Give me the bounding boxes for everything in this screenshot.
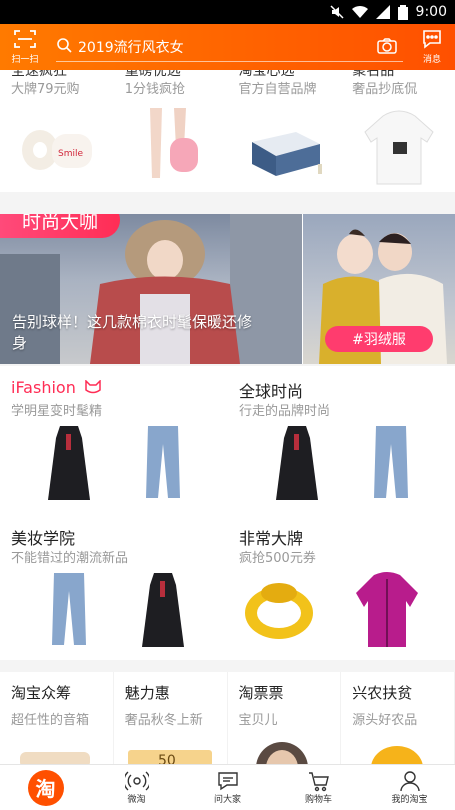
tab-label: 微淘 xyxy=(127,795,146,805)
channel-title: 聚名品 xyxy=(352,70,395,79)
channel-item[interactable]: 淘宝心选 官方自营品牌 xyxy=(228,70,342,192)
tab-mine[interactable]: 我的淘宝 xyxy=(364,765,455,810)
search-bar[interactable]: 2019流行风衣女 xyxy=(56,32,403,62)
channel-subtitle: 大牌79元购 xyxy=(11,82,80,97)
channel-title: 淘宝心选 xyxy=(238,70,295,79)
feed[interactable]: 全速疯狂 大牌79元购 Smile 重磅优选 1分钱疯抢 淘宝心选 官方自营品牌 xyxy=(0,70,455,764)
tab-home[interactable]: 淘 xyxy=(0,765,91,810)
fashion-banner[interactable]: #羽绒服 时尚大咖 告别球样！这几款棉衣时髦保暖还修身 xyxy=(0,214,455,364)
service-subtitle: 奢品秋冬上新 xyxy=(124,713,203,728)
grid-card-ifashion[interactable]: iFashion 学明星变时髦精 xyxy=(0,366,227,513)
service-title: 淘宝众筹 xyxy=(11,684,72,702)
jeans-image xyxy=(52,573,86,645)
tab-cart[interactable]: 购物车 xyxy=(273,765,364,810)
channel-title: 重磅优选 xyxy=(124,70,181,79)
channel-row: 全速疯狂 大牌79元购 Smile 重磅优选 1分钱疯抢 淘宝心选 官方自营品牌 xyxy=(0,70,455,192)
status-bar: 9:00 xyxy=(0,0,455,24)
grid-card-global[interactable]: 全球时尚 行走的品牌时尚 xyxy=(228,366,455,513)
wifi-icon xyxy=(351,5,368,19)
service-subtitle: 源头好农品 xyxy=(352,713,418,728)
section-tag: 时尚大咖 xyxy=(0,214,120,238)
channel-item[interactable]: 重磅优选 1分钱疯抢 xyxy=(114,70,228,192)
dress-image xyxy=(142,573,184,647)
mute-icon xyxy=(330,5,344,19)
service-title: 淘票票 xyxy=(238,684,284,702)
service-item[interactable]: 兴农扶贫 源头好农品 xyxy=(341,672,455,764)
channel-item[interactable]: 全速疯狂 大牌79元购 Smile xyxy=(0,70,114,192)
chat-icon xyxy=(421,29,443,52)
banner-side-image[interactable]: #羽绒服 xyxy=(303,214,455,364)
service-item[interactable]: 淘票票 宝贝儿 xyxy=(227,672,342,764)
grid-card-beauty[interactable]: 美妆学院 不能错过的潮流新品 xyxy=(0,513,227,660)
channel-subtitle: 1分钱疯抢 xyxy=(124,82,186,97)
card-subtitle: 不能错过的潮流新品 xyxy=(11,551,129,566)
service-item[interactable]: 淘宝众筹 超任性的音箱 xyxy=(0,672,114,764)
card-title: 非常大牌 xyxy=(239,529,304,548)
fashion-grid: iFashion 学明星变时髦精 全球时尚 行走的品牌时尚 美妆学院 不能错过的… xyxy=(0,366,455,660)
channel-title: 全速疯狂 xyxy=(11,70,67,79)
service-subtitle: 超任性的音箱 xyxy=(11,713,90,728)
svg-text:50: 50 xyxy=(158,753,176,764)
message-button[interactable]: 消息 xyxy=(409,29,455,65)
card-subtitle: 行走的品牌时尚 xyxy=(239,404,331,419)
scan-label: 扫一扫 xyxy=(11,55,39,65)
bedding-image xyxy=(251,132,322,176)
tape-rolls-image: Smile xyxy=(22,130,92,170)
cat-icon xyxy=(85,379,101,394)
channel-subtitle: 奢品抄底侃 xyxy=(352,82,418,97)
produce-image xyxy=(371,746,423,764)
broadcast-icon xyxy=(124,771,149,791)
service-title: 魅力惠 xyxy=(124,684,170,702)
service-item[interactable]: 魅力惠 奢品秋冬上新 50 xyxy=(113,672,228,764)
service-subtitle: 宝贝儿 xyxy=(238,713,278,728)
hashtag-chip[interactable]: #羽绒服 xyxy=(325,326,433,352)
gold-ring-image xyxy=(245,583,313,639)
header: 扫一扫 2019流行风衣女 消息 xyxy=(0,24,455,70)
scan-icon xyxy=(14,29,36,52)
speaker-image xyxy=(20,752,90,764)
service-title: 兴农扶贫 xyxy=(352,684,413,702)
search-input[interactable]: 2019流行风衣女 xyxy=(78,37,184,57)
cart-icon xyxy=(308,772,329,792)
search-icon xyxy=(56,37,72,57)
tab-bar: 淘 微淘 问大家 购物车 我的淘宝 xyxy=(0,764,455,810)
tab-label: 我的淘宝 xyxy=(391,795,428,805)
tab-weitao[interactable]: 微淘 xyxy=(91,765,182,810)
message-label: 消息 xyxy=(422,55,441,65)
card-title: 全球时尚 xyxy=(239,382,304,401)
coupon-image: 50 xyxy=(127,750,212,764)
user-icon xyxy=(399,771,420,792)
tab-ask[interactable]: 问大家 xyxy=(182,765,273,810)
card-title: iFashion xyxy=(11,378,101,397)
banner-caption: 告别球样！这几款棉衣时髦保暖还修身 xyxy=(12,313,253,352)
channel-subtitle: 官方自营品牌 xyxy=(238,82,317,97)
tab-label: 问大家 xyxy=(213,795,241,805)
taobao-home-icon: 淘 xyxy=(27,769,64,806)
channel-item[interactable]: 聚名品 奢品抄底侃 xyxy=(341,70,455,192)
card-title: 美妆学院 xyxy=(11,529,76,548)
battery-icon xyxy=(397,4,408,20)
chat-bubble-icon xyxy=(217,772,238,791)
card-subtitle: 疯抢500元券 xyxy=(239,551,316,566)
clock: 9:00 xyxy=(415,4,447,20)
hoodie-image xyxy=(364,110,434,185)
screen: 9:00 扫一扫 2019流行风衣女 消息 全速疯狂 大牌79元购 Smile … xyxy=(0,0,455,810)
dress-image xyxy=(276,426,318,500)
grid-card-brands[interactable]: 非常大牌 疯抢500元券 xyxy=(228,513,455,660)
jeans-image xyxy=(374,426,408,498)
card-subtitle: 学明星变时髦精 xyxy=(11,404,103,419)
jacket-image xyxy=(356,572,418,647)
leg-pad-image xyxy=(149,108,198,178)
dress-image xyxy=(48,426,90,500)
scan-button[interactable]: 扫一扫 xyxy=(0,29,50,65)
svg-text:Smile: Smile xyxy=(58,149,83,159)
poster-image xyxy=(255,742,308,764)
signal-icon xyxy=(375,5,390,19)
camera-icon[interactable] xyxy=(377,38,397,58)
tab-label: 购物车 xyxy=(304,795,332,805)
jeans-image xyxy=(146,426,180,498)
service-row: 淘宝众筹 超任性的音箱 魅力惠 奢品秋冬上新 50 淘票票 宝贝儿 兴农扶贫 源… xyxy=(0,672,455,764)
